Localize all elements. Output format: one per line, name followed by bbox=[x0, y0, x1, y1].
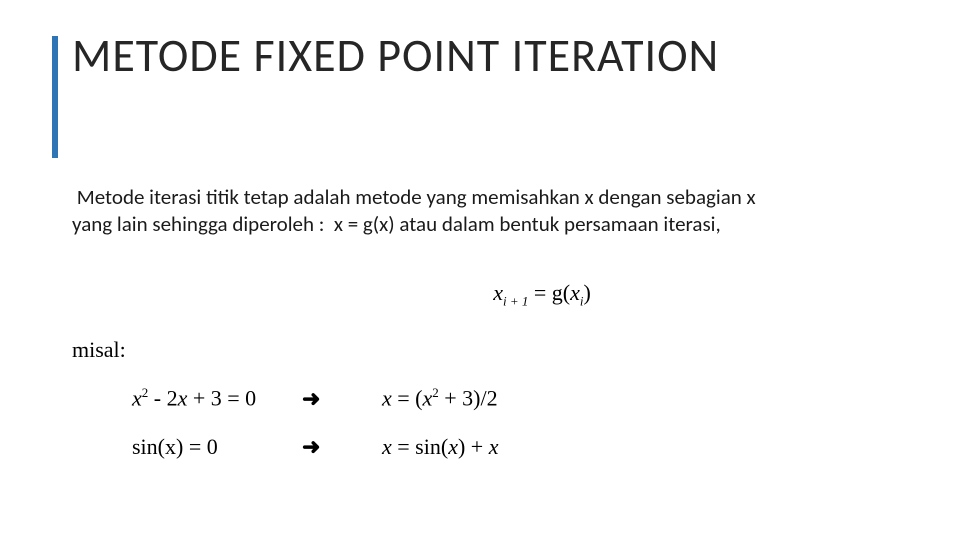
ex1-rhs-d: + 3)/2 bbox=[439, 386, 498, 411]
formula-sub-left: i + 1 bbox=[503, 293, 528, 308]
ex1-lhs-x: x bbox=[132, 386, 142, 411]
ex2-lhs-full: sin(x) = 0 bbox=[132, 434, 218, 459]
misal-label: misal: bbox=[72, 337, 872, 363]
formula-equals: = g( bbox=[528, 280, 570, 305]
example-row-2: sin(x) = 0 ➜ x = sin(x) + x bbox=[72, 434, 872, 460]
ex1-lhs-x2: x bbox=[178, 386, 188, 411]
ex2-rhs-b: = sin( bbox=[392, 434, 448, 459]
ex2-rhs-d: ) + bbox=[458, 434, 489, 459]
ex1-rhs-b: = ( bbox=[392, 386, 423, 411]
ex2-rhs-x3: x bbox=[489, 434, 499, 459]
ex2-rhs-x: x bbox=[382, 434, 392, 459]
ex1-lhs-b: - 2 bbox=[148, 386, 177, 411]
formula-var-x2: x bbox=[570, 280, 580, 305]
arrow-icon: ➜ bbox=[302, 386, 382, 412]
example-2-lhs: sin(x) = 0 bbox=[72, 434, 302, 460]
ex1-rhs-x: x bbox=[382, 386, 392, 411]
example-1-rhs: x = (x2 + 3)/2 bbox=[382, 385, 872, 411]
ex1-lhs-d: + 3 = 0 bbox=[187, 386, 256, 411]
example-2-rhs: x = sin(x) + x bbox=[382, 434, 872, 460]
slide-title: METODE FIXED POINT ITERATION bbox=[72, 30, 892, 83]
math-area: xi + 1 = g(xi) misal: x2 - 2x + 3 = 0 ➜ … bbox=[72, 280, 872, 482]
formula-var-x: x bbox=[493, 280, 503, 305]
title-accent-bar bbox=[52, 36, 58, 158]
formula-close: ) bbox=[583, 280, 590, 305]
iteration-formula: xi + 1 = g(xi) bbox=[72, 280, 872, 309]
example-1-lhs: x2 - 2x + 3 = 0 bbox=[72, 385, 302, 411]
ex2-rhs-x2: x bbox=[448, 434, 458, 459]
ex1-rhs-x2: x bbox=[423, 386, 433, 411]
body-paragraph: Metode iterasi titik tetap adalah metode… bbox=[72, 184, 792, 238]
arrow-icon: ➜ bbox=[302, 434, 382, 460]
example-row-1: x2 - 2x + 3 = 0 ➜ x = (x2 + 3)/2 bbox=[72, 385, 872, 411]
